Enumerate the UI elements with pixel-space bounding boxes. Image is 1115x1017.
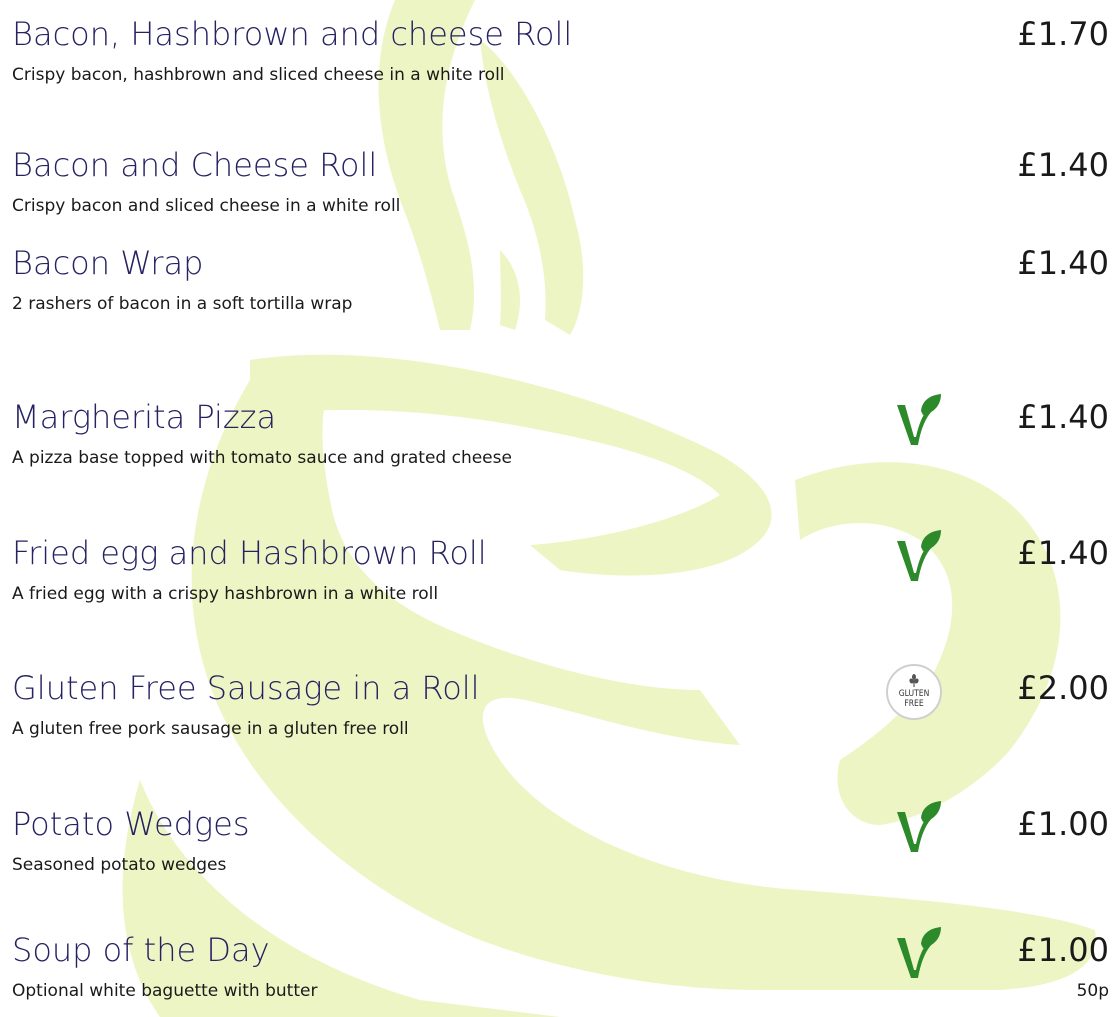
vegetarian-leaf-icon — [885, 924, 945, 984]
menu-item-potato-wedges: Potato Wedges £1.00 Seasoned potato wedg… — [0, 804, 1115, 914]
item-description: Crispy bacon, hashbrown and sliced chees… — [12, 65, 505, 85]
menu-item-fried-egg-hashbrown-roll: Fried egg and Hashbrown Roll £1.40 A fri… — [0, 533, 1115, 643]
item-price: £1.40 — [1017, 534, 1109, 572]
vegetarian-leaf-icon — [885, 798, 945, 858]
item-price: £1.40 — [1017, 398, 1109, 436]
item-name: Bacon Wrap — [12, 244, 204, 282]
vegetarian-leaf-icon — [885, 391, 945, 451]
free-label: FREE — [904, 699, 924, 709]
item-name: Bacon, Hashbrown and cheese Roll — [12, 15, 573, 53]
item-description: Crispy bacon and sliced cheese in a whit… — [12, 196, 401, 216]
vegetarian-leaf-icon — [885, 527, 945, 587]
gluten-free-icon: GLUTEN FREE — [884, 662, 944, 722]
item-name: Bacon and Cheese Roll — [12, 146, 378, 184]
item-description: A gluten free pork sausage in a gluten f… — [12, 719, 409, 739]
item-description: A pizza base topped with tomato sauce an… — [12, 448, 512, 468]
item-price: £2.00 — [1017, 669, 1109, 707]
item-description: Seasoned potato wedges — [12, 855, 227, 875]
item-description: 2 rashers of bacon in a soft tortilla wr… — [12, 294, 353, 314]
menu-item-bacon-wrap: Bacon Wrap £1.40 2 rashers of bacon in a… — [0, 243, 1115, 353]
item-description: A fried egg with a crispy hashbrown in a… — [12, 584, 439, 604]
item-price: £1.40 — [1017, 146, 1109, 184]
menu-item-bacon-hashbrown-cheese-roll: Bacon, Hashbrown and cheese Roll £1.70 C… — [0, 14, 1115, 124]
item-price: £1.70 — [1017, 15, 1109, 53]
item-name: Gluten Free Sausage in a Roll — [12, 669, 480, 707]
item-name: Soup of the Day — [12, 931, 270, 969]
menu-item-bacon-cheese-roll: Bacon and Cheese Roll £1.40 Crispy bacon… — [0, 145, 1115, 255]
item-extra-price: 50p — [1076, 981, 1109, 1001]
menu-item-gluten-free-sausage-roll: Gluten Free Sausage in a Roll GLUTEN FRE… — [0, 664, 1115, 778]
item-name: Fried egg and Hashbrown Roll — [12, 534, 487, 572]
item-price: £1.40 — [1017, 244, 1109, 282]
item-description: Optional white baguette with butter — [12, 981, 318, 1001]
item-price: £1.00 — [1017, 805, 1109, 843]
gluten-label: GLUTEN — [899, 689, 930, 699]
menu-item-margherita-pizza: Margherita Pizza £1.40 A pizza base topp… — [0, 397, 1115, 507]
item-name: Potato Wedges — [12, 805, 250, 843]
item-price: £1.00 — [1017, 931, 1109, 969]
menu-item-soup-of-the-day: Soup of the Day £1.00 Optional white bag… — [0, 930, 1115, 1017]
item-name: Margherita Pizza — [12, 398, 277, 436]
